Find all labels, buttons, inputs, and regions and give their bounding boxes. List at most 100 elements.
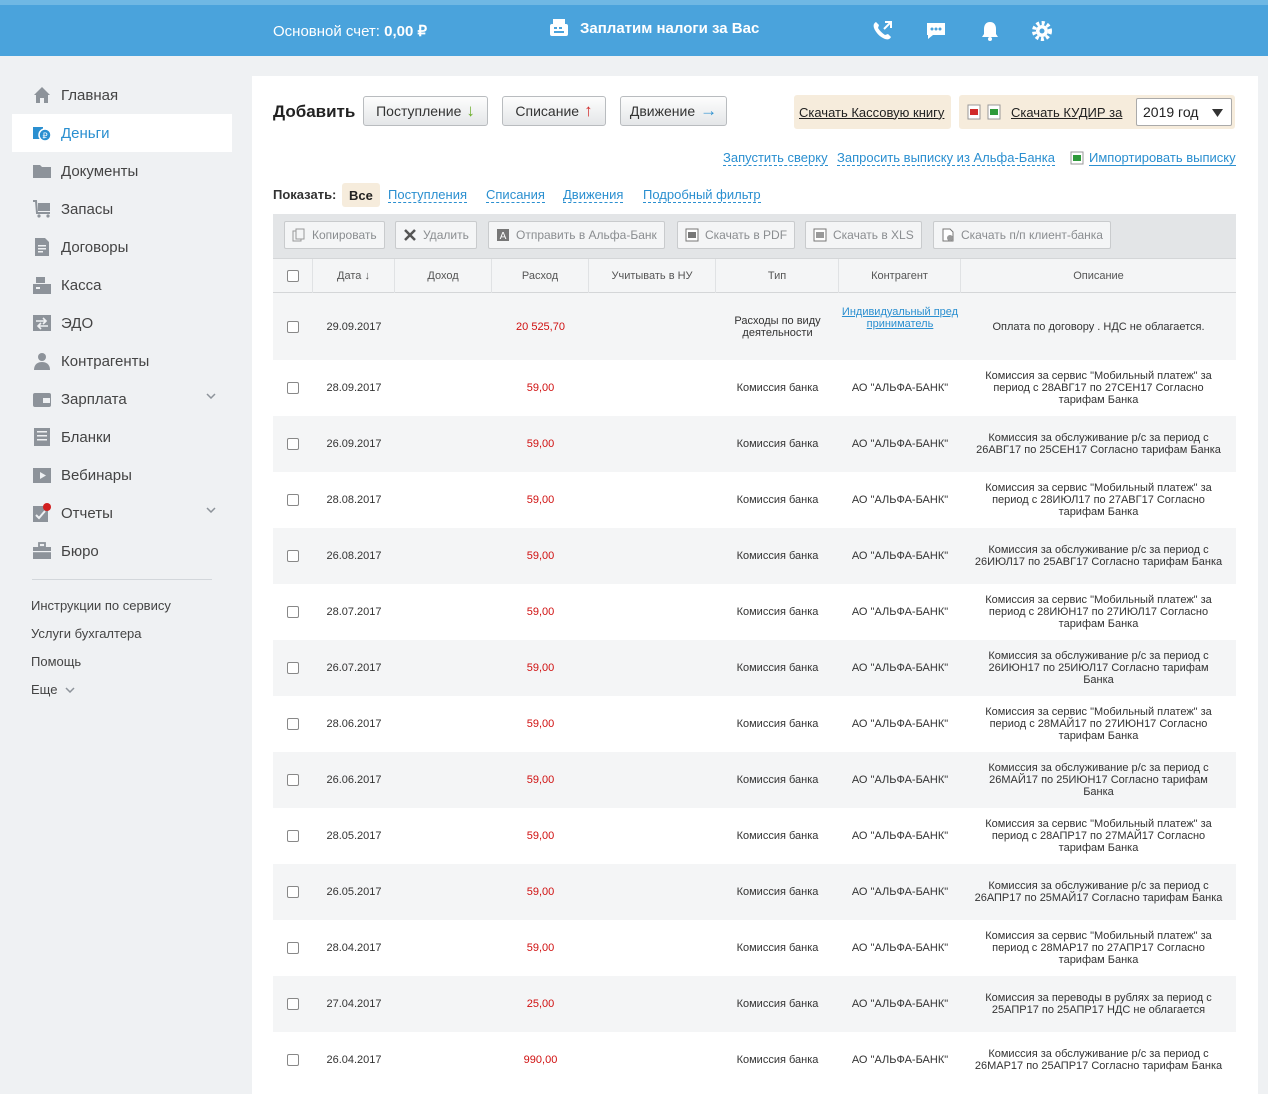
settings-icon[interactable] <box>1030 19 1054 43</box>
row-checkbox[interactable] <box>287 382 299 394</box>
row-checkbox[interactable] <box>287 718 299 730</box>
column-header-nu[interactable]: Учитывать в НУ <box>589 259 716 293</box>
movement-button[interactable]: Движение → <box>620 96 727 126</box>
import-statement-link[interactable]: Импортировать выписку <box>1089 150 1236 166</box>
sidebar-item-forms[interactable]: Бланки <box>12 418 232 456</box>
column-header-counterparty[interactable]: Контрагент <box>839 259 961 293</box>
table-row[interactable]: 26.07.2017 59,00 Комиссия банка АО "АЛЬФА-Б… <box>273 640 1236 696</box>
table-row[interactable]: 29.09.2017 20 525,70 Расходы по виду деяте… <box>273 293 1236 360</box>
link-accountant-services[interactable]: Услуги бухгалтера <box>31 626 142 641</box>
sidebar-item-money[interactable]: ₽ Деньги <box>12 114 232 152</box>
tax-promo-link[interactable]: Заплатим налоги за Вас <box>548 18 759 38</box>
year-select[interactable]: 2019 год <box>1136 98 1232 126</box>
delete-label: Удалить <box>423 228 469 242</box>
row-checkbox[interactable] <box>287 438 299 450</box>
download-xls-button[interactable]: Скачать в XLS <box>805 221 922 249</box>
select-all-checkbox[interactable] <box>286 270 299 282</box>
table-row[interactable]: 28.08.2017 59,00 Комиссия банка АО "АЛЬФА-Б… <box>273 472 1236 528</box>
row-checkbox[interactable] <box>287 606 299 618</box>
column-header-income[interactable]: Доход <box>395 259 492 293</box>
row-checkbox[interactable] <box>287 998 299 1010</box>
row-checkbox[interactable] <box>287 942 299 954</box>
sidebar-item-documents[interactable]: Документы <box>12 152 232 190</box>
filter-income[interactable]: Поступления <box>388 187 468 203</box>
cell-income <box>395 1032 492 1088</box>
chevron-down-icon[interactable] <box>206 507 216 513</box>
column-header-description[interactable]: Описание <box>961 259 1236 293</box>
sidebar-item-home[interactable]: Главная <box>12 76 232 114</box>
column-header-date[interactable]: Дата ↓ <box>313 259 395 293</box>
expense-button[interactable]: Списание ↑ <box>502 96 606 126</box>
row-checkbox[interactable] <box>287 550 299 562</box>
row-checkbox[interactable] <box>287 886 299 898</box>
chevron-down-icon[interactable] <box>206 393 216 399</box>
contract-icon <box>35 238 49 256</box>
account-balance[interactable]: Основной счет: 0,00 ₽ <box>273 22 427 40</box>
filter-all[interactable]: Все <box>342 183 380 207</box>
table-row[interactable]: 27.04.2017 25,00 Комиссия банка АО "АЛЬФА-Б… <box>273 976 1236 1032</box>
download-pdf-button[interactable]: Скачать в PDF <box>677 221 796 249</box>
sidebar-item-counterparties[interactable]: Контрагенты <box>12 342 232 380</box>
download-cashbook[interactable]: Скачать Кассовую книгу <box>794 95 951 129</box>
delete-button[interactable]: Удалить <box>395 221 477 249</box>
filter-detailed[interactable]: Подробный фильтр <box>643 187 761 203</box>
row-checkbox[interactable] <box>287 662 299 674</box>
pdf-icon[interactable] <box>967 104 981 120</box>
cell-income <box>395 808 492 864</box>
filter-movement[interactable]: Движения <box>563 187 624 203</box>
link-help[interactable]: Помощь <box>31 654 81 669</box>
table-row[interactable]: 28.04.2017 59,00 Комиссия банка АО "АЛЬФА-Б… <box>273 920 1236 976</box>
cell-type: Комиссия банка <box>736 718 819 730</box>
run-reconciliation-link[interactable]: Запустить сверку <box>723 150 828 166</box>
table-row[interactable]: 28.05.2017 59,00 Комиссия банка АО "АЛЬФА-Б… <box>273 808 1236 864</box>
sidebar-item-label: Отчеты <box>61 504 113 522</box>
table-row[interactable]: 26.06.2017 59,00 Комиссия банка АО "АЛЬФА-Б… <box>273 752 1236 808</box>
cell-description: Комиссия за обслуживание р/с за период с… <box>988 762 1209 798</box>
sidebar-item-webinars[interactable]: Вебинары <box>12 456 232 494</box>
year-select-value: 2019 год <box>1143 104 1199 120</box>
cell-counterparty: АО "АЛЬФА-БАНК" <box>851 774 949 786</box>
sidebar-item-stock[interactable]: Запасы <box>12 190 232 228</box>
download-kudir-label[interactable]: Скачать КУДИР за <box>1011 105 1122 120</box>
bell-icon[interactable] <box>978 19 1002 43</box>
link-service-instructions[interactable]: Инструкции по сервису <box>31 598 171 613</box>
cell-counterparty: АО "АЛЬФА-БАНК" <box>851 606 949 618</box>
cell-counterparty[interactable]: Индивидуальный пред приниматель <box>839 293 961 360</box>
table-row[interactable]: 28.07.2017 59,00 Комиссия банка АО "АЛЬФА-Б… <box>273 584 1236 640</box>
row-checkbox[interactable] <box>287 830 299 842</box>
download-pp-button[interactable]: Скачать п/п клиент-банка <box>933 221 1111 249</box>
table-row[interactable]: 26.08.2017 59,00 Комиссия банка АО "АЛЬФА-Б… <box>273 528 1236 584</box>
sidebar-item-reports[interactable]: Отчеты <box>12 494 232 532</box>
filter-expense[interactable]: Списания <box>486 187 545 203</box>
table-row[interactable]: 26.04.2017 990,00 Комиссия банка АО "АЛЬФА-… <box>273 1032 1236 1088</box>
sidebar-item-salary[interactable]: Зарплата <box>12 380 232 418</box>
row-checkbox[interactable] <box>287 1054 299 1066</box>
send-alfa-button[interactable]: A Отправить в Альфа-Банк <box>488 221 665 249</box>
cell-date: 26.04.2017 <box>326 1054 382 1066</box>
sidebar-item-edo[interactable]: ЭДО <box>12 304 232 342</box>
sidebar-item-contracts[interactable]: Договоры <box>12 228 232 266</box>
column-header-expense[interactable]: Расход <box>492 259 589 293</box>
table-row[interactable]: 26.05.2017 59,00 Комиссия банка АО "АЛЬФА-Б… <box>273 864 1236 920</box>
income-button[interactable]: Поступление ↓ <box>363 96 488 126</box>
sidebar-item-label: Запасы <box>61 200 114 218</box>
table-row[interactable]: 28.06.2017 59,00 Комиссия банка АО "АЛЬФА-Б… <box>273 696 1236 752</box>
row-checkbox[interactable] <box>287 494 299 506</box>
xls-icon[interactable] <box>987 104 1001 120</box>
phone-icon[interactable] <box>870 19 894 43</box>
link-more[interactable]: Еще <box>31 682 75 697</box>
chat-icon[interactable] <box>924 19 948 43</box>
sidebar-item-cash[interactable]: Касса <box>12 266 232 304</box>
table-row[interactable]: 28.09.2017 59,00 Комиссия банка АО "АЛЬФА-Б… <box>273 360 1236 416</box>
sidebar-item-bureau[interactable]: Бюро <box>12 532 232 570</box>
copy-button[interactable]: Копировать <box>284 221 385 249</box>
request-statement-link[interactable]: Запросить выписку из Альфа-Банка <box>837 150 1055 166</box>
sidebar-item-label: Зарплата <box>61 390 127 408</box>
row-checkbox[interactable] <box>287 774 299 786</box>
income-button-label: Поступление <box>376 103 462 119</box>
table-row[interactable]: 26.09.2017 59,00 Комиссия банка АО "АЛЬФА-Б… <box>273 416 1236 472</box>
cell-description: Комиссия за сервис "Мобильный платеж" за… <box>985 482 1212 518</box>
row-checkbox[interactable] <box>287 320 299 333</box>
column-header-type[interactable]: Тип <box>716 259 839 293</box>
cell-expense: 59,00 <box>526 718 555 730</box>
